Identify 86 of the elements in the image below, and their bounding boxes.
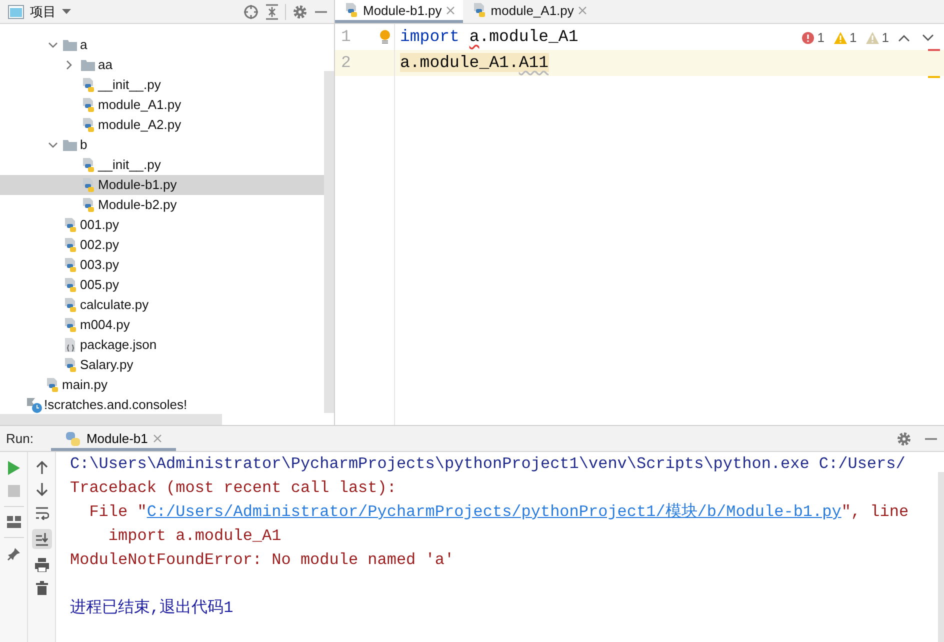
close-icon[interactable] — [578, 6, 587, 14]
python-file-icon — [80, 117, 96, 133]
editor-tab[interactable]: Module-b1.py — [335, 0, 463, 23]
python-file-icon — [44, 377, 60, 393]
tree-item[interactable]: Module-b1.py — [0, 175, 324, 195]
tree-item[interactable]: package.json — [0, 335, 324, 355]
scrollbar[interactable] — [324, 71, 334, 413]
console-line: ModuleNotFoundError: No module named 'a' — [70, 550, 456, 571]
tree-item[interactable]: b — [0, 135, 324, 155]
python-file-icon — [80, 177, 96, 193]
collapse-all-icon[interactable] — [265, 4, 279, 20]
python-file-icon — [80, 97, 96, 113]
problem-count: 1 — [882, 30, 889, 45]
chevron-down-icon[interactable] — [922, 34, 934, 42]
chevron-up-icon[interactable] — [898, 34, 910, 42]
console-line: Traceback (most recent call last): — [70, 478, 398, 499]
tree-item[interactable]: m004.py — [0, 315, 324, 335]
tree-item[interactable]: __init__.py — [0, 155, 324, 175]
scroll-to-end-button[interactable] — [32, 529, 52, 549]
python-file-icon — [80, 197, 96, 213]
json-file-icon — [62, 337, 78, 353]
bulb-icon[interactable] — [379, 30, 391, 44]
chevron-down-icon[interactable] — [48, 142, 58, 148]
python-file-icon — [62, 357, 78, 373]
python-file-icon — [343, 2, 359, 18]
run-tab[interactable]: Module-b1 — [51, 426, 176, 451]
code-line: a.module_A1.A11 — [400, 52, 549, 74]
python-file-icon — [62, 217, 78, 233]
scrollbar[interactable] — [0, 414, 222, 425]
python-file-icon — [62, 237, 78, 253]
project-window-icon — [8, 4, 24, 18]
console-line: C:\Users\Administrator\PycharmProjects\pythonProject1\venv\Scripts\python.exe C:/Users/ — [70, 454, 906, 475]
folder-icon — [62, 37, 78, 53]
tree-item[interactable]: !scratches.and.consoles! — [0, 395, 324, 415]
console-line: import a.module_A1 — [107, 526, 282, 547]
code-line: import a.module_A1 — [400, 26, 578, 48]
tree-item[interactable]: __init__.py — [0, 75, 324, 95]
play-icon[interactable] — [6, 460, 20, 476]
python-icon — [65, 430, 82, 446]
tree-item[interactable]: aa — [0, 55, 324, 75]
print-icon[interactable] — [34, 558, 48, 572]
python-file-icon — [62, 257, 78, 273]
problem-count: 1 — [817, 30, 825, 45]
tree-item[interactable]: 003.py — [0, 255, 324, 275]
trash-icon[interactable] — [36, 581, 48, 595]
crosshair-icon[interactable] — [243, 4, 259, 20]
settings-icon[interactable] — [896, 430, 912, 446]
folder-icon — [62, 137, 78, 153]
tree-item[interactable]: main.py — [0, 375, 324, 395]
layout-icon[interactable] — [6, 516, 20, 528]
python-file-icon — [62, 297, 78, 313]
run-label: Run: — [6, 431, 34, 446]
tree-item[interactable]: 002.py — [0, 235, 324, 255]
arrow-down-icon[interactable] — [36, 483, 48, 497]
tree-item[interactable]: 001.py — [0, 215, 324, 235]
soft-wrap-icon[interactable] — [34, 506, 48, 520]
file-link[interactable]: C:/Users/Administrator/PycharmProjects/pythonProject1/模块/b/Module-b1.py — [146, 503, 842, 521]
python-file-icon — [80, 157, 96, 173]
folder-icon — [80, 57, 96, 73]
pin-icon[interactable] — [6, 547, 20, 561]
problem-count: 1 — [850, 30, 857, 45]
settings-icon[interactable] — [292, 4, 308, 20]
chevron-right-icon[interactable] — [66, 60, 72, 70]
scratch-clock-icon — [26, 397, 42, 413]
close-icon[interactable] — [152, 434, 162, 443]
python-file-icon — [62, 317, 78, 333]
scroll-to-end-icon — [34, 532, 48, 546]
console-line: 进程已结束,退出代码1 — [70, 598, 234, 619]
python-file-icon — [80, 77, 96, 93]
line-number: 2 — [341, 52, 351, 74]
tree-item[interactable]: calculate.py — [0, 295, 324, 315]
arrow-up-icon[interactable] — [36, 460, 48, 474]
close-icon[interactable] — [446, 6, 455, 14]
tree-item[interactable]: Module-b2.py — [0, 195, 324, 215]
panel-title[interactable]: 项目 — [30, 2, 56, 20]
tree-item[interactable]: module_A2.py — [0, 115, 324, 135]
editor-tab[interactable]: module_A1.py — [462, 0, 595, 23]
tree-item[interactable]: a — [0, 35, 324, 55]
python-file-icon — [62, 277, 78, 293]
tree-item[interactable]: 005.py — [0, 275, 324, 295]
tree-item[interactable]: module_A1.py — [0, 95, 324, 115]
line-number: 1 — [341, 26, 351, 48]
dropdown-caret-icon[interactable] — [62, 9, 71, 14]
scrollbar[interactable] — [938, 472, 944, 642]
chevron-down-icon[interactable] — [48, 42, 58, 48]
tree-item[interactable]: Salary.py — [0, 355, 324, 375]
